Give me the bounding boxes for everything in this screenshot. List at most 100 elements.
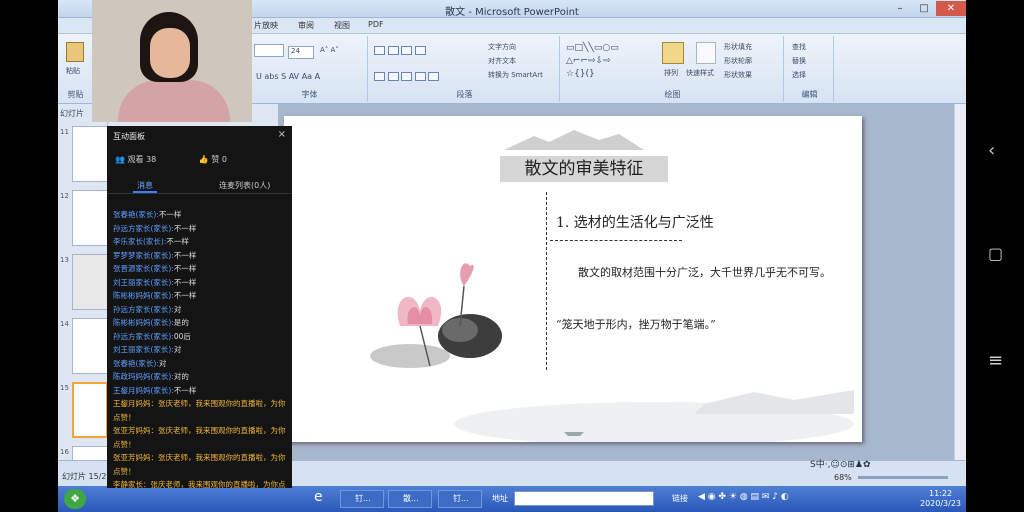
tab-pdf[interactable]: PDF [368, 20, 384, 29]
chat-message: 王鋆月妈妈(家长):不一样 [113, 384, 289, 398]
chat-message: 孙远方家长(家长):00后 [113, 330, 289, 344]
android-nav-bar: ‹ ▢ ≡ [966, 0, 1024, 512]
slide-thumbnail[interactable] [72, 318, 108, 374]
group-label-clipboard: 剪贴 [67, 90, 84, 99]
slide-thumbnail[interactable] [72, 254, 108, 310]
maximize-button[interactable]: □ [912, 1, 936, 16]
chat-author: 孙远方家长(家长): [113, 304, 174, 314]
font-style-buttons[interactable]: U abs S AV Aa A [256, 72, 320, 81]
likes-label: 赞 [211, 155, 220, 164]
chat-gift-message: 李静家长：张庆老师，我来围观你的直播啦，为你点赞！ [113, 480, 286, 488]
slide-thumbnail[interactable] [72, 190, 108, 246]
chat-author: 陈彬彬妈妈(家长): [113, 318, 174, 327]
vertical-scrollbar[interactable] [954, 104, 966, 460]
panel-title: 互动面板 [113, 132, 145, 141]
panel-stats: 👥 观看 38 👍 赞 0 [115, 154, 227, 165]
chat-text: 不一样 [166, 237, 189, 246]
current-slide[interactable]: 散文的审美特征 1. 选材的生活化与广泛性 散文的取材范围十分广泛，大千世界几乎… [284, 116, 862, 442]
quick-styles-button[interactable]: 快速样式 [686, 68, 714, 78]
zoom-level[interactable]: 68% [834, 473, 852, 482]
chat-message: 罗梦梦家长(家长):不一样 [113, 249, 289, 263]
slide-quote[interactable]: “笼天地于形内，挫万物于笔端。” [556, 316, 716, 332]
paste-icon[interactable] [66, 42, 84, 62]
chat-gift-message: 王鋆月妈妈：张庆老师，我来围观你的直播啦，为你点赞！ [113, 399, 286, 422]
chat-text: 是的 [173, 318, 189, 327]
group-label-font: 字体 [301, 90, 318, 99]
chat-gift-message: 张亚芳妈妈：张庆老师，我来围观你的直播啦，为你点赞！ [113, 453, 286, 476]
chat-message: 李乐家长(家长):不一样 [113, 235, 289, 249]
font-size-field[interactable]: 24 [288, 46, 314, 59]
ime-toolbar[interactable]: S中·,☺⊙⊞♟✿ [810, 457, 960, 470]
slide-editing-area: 散文的审美特征 1. 选材的生活化与广泛性 散文的取材范围十分广泛，大千世界几乎… [278, 104, 958, 460]
chat-text: 对 [158, 358, 167, 368]
address-input[interactable] [514, 491, 654, 506]
home-icon[interactable]: ▢ [988, 244, 1003, 263]
chat-message: 孙远方家长(家长):对 [113, 303, 289, 317]
grow-font-icon[interactable]: A˄ A˅ [320, 46, 339, 54]
start-button[interactable]: ❖ [64, 489, 86, 509]
tab-review[interactable]: 审阅 [298, 20, 314, 31]
chat-text: 不一样 [173, 264, 197, 273]
minimize-button[interactable]: – [888, 1, 912, 16]
tray-icons[interactable]: ◀ ◉ ✤ ☀ ◍ ▤ ✉ ♪ ◐ [698, 492, 789, 502]
replace-button[interactable]: 替换 [792, 56, 806, 66]
slide-subtitle[interactable]: 1. 选材的生活化与广泛性 [556, 212, 714, 232]
panel-close-button[interactable]: × [278, 129, 286, 140]
chat-author: 张晋源家长(家长): [113, 264, 174, 273]
slides-tab[interactable]: 幻灯片 [60, 108, 84, 119]
shape-outline-button[interactable]: 形状轮廓 [724, 56, 752, 66]
text-direction-button[interactable]: 文字方向 [488, 42, 516, 52]
active-tab-indicator [133, 191, 157, 193]
align-text-button[interactable]: 对齐文本 [488, 56, 516, 66]
chat-message: 张春艳(家长):不一样 [113, 208, 289, 222]
shapes-gallery[interactable]: ▭□╲╲▭○▭ △⌐⌐⇨⇩⇨ ☆{}(} [566, 42, 656, 84]
quick-styles-icon[interactable] [696, 42, 716, 64]
like-icon[interactable]: 👍 [199, 155, 209, 164]
tab-mic-list[interactable]: 连麦列表(0人) [219, 180, 270, 191]
ie-icon[interactable]: e [314, 489, 334, 509]
close-button[interactable]: ✕ [936, 1, 966, 16]
slide-title[interactable]: 散文的审美特征 [500, 156, 668, 182]
horizontal-divider [550, 240, 682, 241]
paste-label[interactable]: 粘贴 [66, 66, 80, 76]
clock[interactable]: 11:22 2020/3/23 [920, 489, 961, 509]
taskbar-item[interactable]: 散... [388, 490, 432, 508]
chat-text: 对 [173, 304, 182, 314]
mountain-decoration [504, 130, 644, 150]
thumb-number: 16 [60, 448, 69, 456]
message-list[interactable]: 张春艳(家长):不一样 孙远方家长(家长):不一样 李乐家长(家长):不一样 罗梦梦家… [113, 208, 289, 488]
chat-text: 不一样 [158, 210, 182, 219]
chat-message: 张晋源家长(家长):不一样 [113, 262, 289, 276]
shape-fill-button[interactable]: 形状填充 [724, 42, 752, 52]
tab-slideshow[interactable]: 片放映 [254, 20, 278, 31]
find-button[interactable]: 查找 [792, 42, 806, 52]
font-name-field[interactable] [254, 44, 284, 57]
arrange-icon[interactable] [662, 42, 684, 64]
shape-effects-button[interactable]: 形状效果 [724, 70, 752, 80]
smartart-button[interactable]: 转换为 SmartArt [488, 70, 543, 80]
panel-tabs: 消息 连麦列表(0人) [107, 178, 292, 194]
thumb-number: 15 [60, 384, 69, 392]
links-label[interactable]: 链接 [672, 493, 688, 504]
back-icon[interactable]: ‹ [988, 140, 995, 161]
slide-thumbnail[interactable] [72, 126, 108, 182]
recents-icon[interactable]: ≡ [988, 350, 1003, 371]
slide-thumbnail-selected[interactable] [72, 382, 108, 438]
taskbar-item[interactable]: 钉... [340, 490, 384, 508]
tab-view[interactable]: 视图 [334, 20, 350, 31]
zoom-slider[interactable] [858, 476, 948, 479]
chat-message: 张春艳(家长):对 [113, 357, 289, 371]
chat-message: 陈彬彬妈妈(家长):是的 [113, 316, 289, 330]
list-buttons[interactable] [374, 46, 426, 57]
chat-text: 对 [173, 345, 182, 354]
select-button[interactable]: 选择 [792, 70, 806, 80]
tab-messages[interactable]: 消息 [137, 180, 153, 191]
align-buttons[interactable] [374, 72, 440, 83]
chat-text: 对的 [173, 372, 189, 381]
slide-thumbnail-pane: 幻灯片 11 12 13 14 15 16 [58, 104, 108, 488]
arrange-button[interactable]: 排列 [664, 68, 678, 78]
taskbar-item[interactable]: 钉... [438, 490, 482, 508]
viewers-count: 38 [146, 155, 157, 164]
vertical-divider [546, 192, 547, 370]
slide-paragraph[interactable]: 散文的取材范围十分广泛，大千世界几乎无不可写。 [556, 264, 852, 282]
